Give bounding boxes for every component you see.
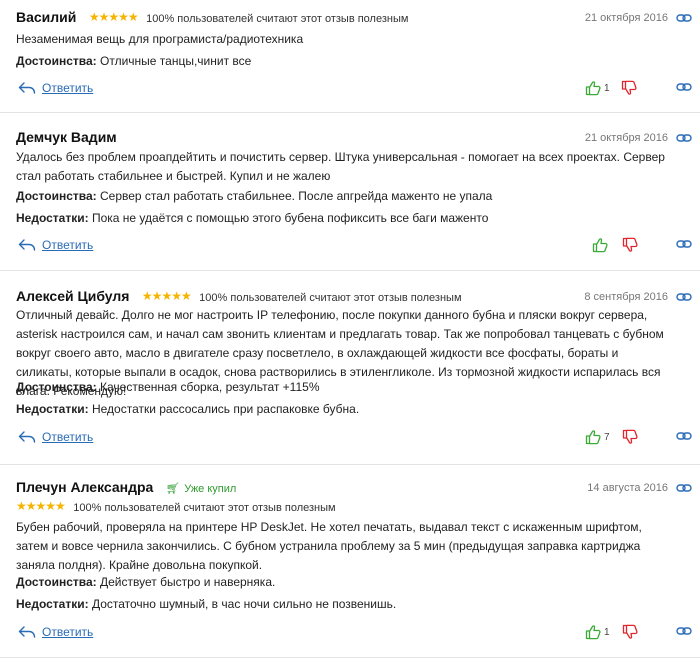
review-pros: Достоинства: Отличные танцы,чинит все: [16, 52, 676, 71]
like-count: 1: [604, 82, 610, 94]
pros-text: Качественная сборка, результат +115%: [100, 380, 320, 394]
chain-link-icon[interactable]: [676, 13, 692, 23]
like-button[interactable]: [592, 237, 608, 253]
reply-label: Ответить: [42, 81, 94, 95]
thumb-down-icon: [622, 624, 638, 640]
review-date: 21 октября 2016: [584, 132, 668, 144]
chain-link-icon: [676, 626, 692, 636]
pros-text: Действует быстро и наверняка.: [100, 575, 276, 589]
chain-link-icon: [676, 431, 692, 441]
cons-label: Недостатки:: [16, 597, 89, 611]
helpful-text: 100% пользователей считают этот отзыв по…: [73, 502, 336, 514]
reviewer-name: Алексей Цибуля: [16, 288, 130, 304]
reply-button[interactable]: Ответить: [18, 81, 93, 95]
dislike-button[interactable]: [622, 237, 638, 253]
pros-label: Достоинства:: [16, 380, 97, 394]
pros-label: Достоинства:: [16, 54, 97, 68]
thumb-down-icon: [622, 237, 638, 253]
link-button[interactable]: [676, 626, 692, 636]
thumb-down-icon: [622, 429, 638, 445]
reply-label: Ответить: [42, 430, 94, 444]
review-date: 21 октября 2016: [584, 12, 668, 24]
review-pros: Достоинства: Качественная сборка, резуль…: [16, 378, 676, 397]
dislike-button[interactable]: [622, 429, 638, 445]
reply-arrow-icon: [18, 431, 36, 443]
reply-button[interactable]: Ответить: [18, 238, 93, 252]
chain-link-icon[interactable]: [676, 133, 692, 143]
cart-icon: 🛒︎: [165, 483, 180, 495]
review-body: Незаменимая вещь для програмиста/радиоте…: [16, 32, 304, 46]
like-button[interactable]: 1: [585, 80, 610, 96]
pros-label: Достоинства:: [16, 189, 97, 203]
review-cons: Недостатки: Пока не удаётся с помощью эт…: [16, 209, 676, 228]
cons-label: Недостатки:: [16, 402, 89, 416]
review-pros: Достоинства: Сервер стал работать стабил…: [16, 187, 676, 206]
link-button[interactable]: [676, 239, 692, 249]
reviewer-name: Плечун Александра: [16, 479, 154, 495]
like-button[interactable]: 1: [585, 624, 610, 640]
thumb-up-icon: [585, 624, 601, 640]
chain-link-icon: [676, 239, 692, 249]
reply-button[interactable]: Ответить: [18, 430, 93, 444]
dislike-button[interactable]: [622, 624, 638, 640]
dislike-button[interactable]: [621, 80, 637, 96]
bought-label: Уже купил: [184, 483, 237, 495]
rating-row: ★★★★★ 100% пользователей считают этот от…: [16, 498, 700, 516]
reply-label: Ответить: [42, 625, 94, 639]
reply-label: Ответить: [42, 238, 94, 252]
reply-arrow-icon: [18, 626, 36, 638]
bought-badge: 🛒︎ Уже купил: [166, 479, 237, 496]
link-button[interactable]: [676, 431, 692, 441]
pros-text: Отличные танцы,чинит все: [100, 54, 252, 68]
review-pros: Достоинства: Действует быстро и наверняк…: [16, 573, 676, 592]
review-cons: Недостатки: Недостатки рассосались при р…: [16, 400, 676, 419]
chain-link-icon[interactable]: [676, 483, 692, 493]
review-card: Алексей Цибуля ★★★★★ 100% пользователей …: [0, 271, 700, 465]
pros-text: Сервер стал работать стабильнее. После а…: [100, 189, 493, 203]
cons-text: Пока не удаётся с помощью этого бубена п…: [91, 211, 489, 225]
cons-text: Недостатки рассосались при распаковке бу…: [91, 402, 360, 416]
review-card: Плечун Александра 🛒︎ Уже купил 14 август…: [0, 465, 700, 658]
chain-link-icon: [676, 82, 692, 92]
reply-arrow-icon: [18, 82, 36, 94]
review-cons: Недостатки: Достаточно шумный, в час ноч…: [16, 595, 676, 614]
rating-stars: ★★★★★: [88, 10, 139, 24]
cons-text: Достаточно шумный, в час ночи сильно не …: [91, 597, 397, 611]
like-count: 1: [604, 626, 610, 638]
review-card: Василий ★★★★★ 100% пользователей считают…: [0, 0, 700, 113]
review-date: 14 августа 2016: [587, 482, 668, 494]
reply-button[interactable]: Ответить: [18, 625, 93, 639]
reply-arrow-icon: [18, 239, 36, 251]
thumb-down-icon: [621, 80, 637, 96]
reviewer-name: Василий: [16, 9, 77, 25]
thumb-up-icon: [585, 80, 601, 96]
helpful-text: 100% пользователей считают этот отзыв по…: [146, 13, 409, 25]
reviewer-name: Демчук Вадим: [16, 129, 117, 145]
rating-stars: ★★★★★: [16, 499, 66, 513]
like-button[interactable]: 7: [585, 429, 610, 445]
thumb-up-icon: [592, 237, 608, 253]
pros-label: Достоинства:: [16, 575, 97, 589]
review-body: Бубен рабочий, проверяла на принтере HP …: [16, 520, 642, 572]
review-date: 8 сентября 2016: [584, 291, 668, 303]
cons-label: Недостатки:: [16, 211, 89, 225]
thumb-up-icon: [585, 429, 601, 445]
review-card: Демчук Вадим 21 октября 2016 Удалось без…: [0, 113, 700, 271]
rating-stars: ★★★★★: [141, 289, 192, 303]
review-body: Удалось без проблем проапдейтить и почис…: [16, 150, 665, 183]
like-count: 7: [604, 431, 610, 443]
chain-link-icon[interactable]: [676, 292, 692, 302]
link-button[interactable]: [676, 82, 692, 92]
helpful-text: 100% пользователей считают этот отзыв по…: [199, 292, 462, 304]
